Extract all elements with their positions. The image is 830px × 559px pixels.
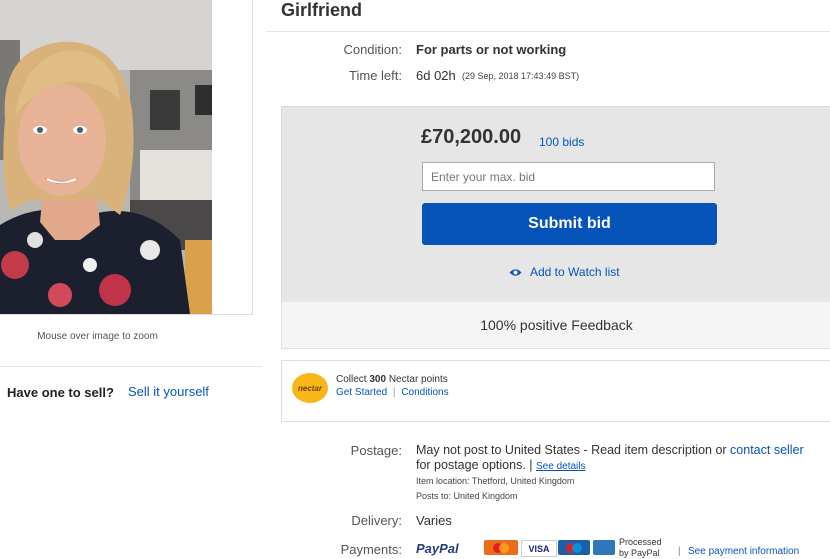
separator: | xyxy=(392,387,396,398)
watch-list-label: Add to Watch list xyxy=(530,265,620,279)
photo-illustration xyxy=(0,0,212,314)
nectar-links: Get Started | Conditions xyxy=(336,387,449,398)
conditions-link[interactable]: Conditions xyxy=(401,387,448,398)
processed-by-paypal: Processed by PayPal xyxy=(619,537,662,559)
bid-count-link[interactable]: 100 bids xyxy=(539,135,584,149)
feedback-text: 100% positive Feedback xyxy=(480,317,633,333)
eye-icon xyxy=(509,268,522,276)
nectar-logo: nectar xyxy=(292,373,328,403)
by-paypal-text: by PayPal xyxy=(619,548,660,558)
visa-logo: VISA xyxy=(521,540,557,557)
delivery-value: Varies xyxy=(416,513,452,528)
paypal-logo: PayPal xyxy=(416,541,459,556)
item-title: Girlfriend xyxy=(281,0,363,20)
item-photo[interactable] xyxy=(0,0,212,314)
submit-bid-button[interactable]: Submit bid xyxy=(422,203,717,245)
condition-value: For parts or not working xyxy=(416,42,567,57)
item-location: Item location: Thetford, United Kingdom xyxy=(416,476,575,486)
delivery-label: Delivery: xyxy=(351,513,402,528)
condition-label: Condition: xyxy=(343,42,402,57)
maestro-icon xyxy=(566,542,582,553)
add-to-watch-list-link[interactable]: Add to Watch list xyxy=(509,265,620,279)
see-details-link[interactable]: See details xyxy=(536,461,585,472)
payment-separator: | xyxy=(678,546,681,557)
time-left-label: Time left: xyxy=(349,68,402,83)
sell-question: Have one to sell? xyxy=(7,385,114,400)
posts-to: Posts to: United Kingdom xyxy=(416,491,518,501)
sell-it-yourself-link[interactable]: Sell it yourself xyxy=(128,384,209,399)
processed-text: Processed xyxy=(619,537,662,547)
divider xyxy=(0,366,262,367)
mastercard-icon xyxy=(493,542,509,553)
nectar-points: 300 xyxy=(369,374,387,385)
divider xyxy=(266,31,830,32)
postage-text: May not post to United States - Read ite… xyxy=(416,443,830,457)
get-started-link[interactable]: Get Started xyxy=(336,387,387,398)
time-left-value: 6d 02h xyxy=(416,68,456,83)
collect-prefix: Collect xyxy=(336,374,370,385)
postage-label: Postage: xyxy=(350,443,402,458)
zoom-hint: Mouse over image to zoom xyxy=(37,331,158,342)
seller-feedback: 100% positive Feedback xyxy=(281,302,830,349)
payments-label: Payments: xyxy=(340,542,402,557)
nectar-collect-text: Collect 300 Nectar points xyxy=(336,374,448,385)
time-left-detail: (29 Sep, 2018 17:43:49 BST) xyxy=(462,71,580,81)
postage-message: May not post to United States - Read ite… xyxy=(416,443,731,457)
see-payment-info-link[interactable]: See payment information xyxy=(688,546,799,557)
postage-options: for postage options. | See details xyxy=(416,458,585,472)
current-price: £70,200.00 xyxy=(421,126,522,148)
postage-options-text: for postage options. | xyxy=(416,458,536,472)
max-bid-input[interactable] xyxy=(422,162,715,191)
contact-seller-link[interactable]: contact seller xyxy=(730,443,804,457)
collect-suffix: Nectar points xyxy=(386,374,448,385)
